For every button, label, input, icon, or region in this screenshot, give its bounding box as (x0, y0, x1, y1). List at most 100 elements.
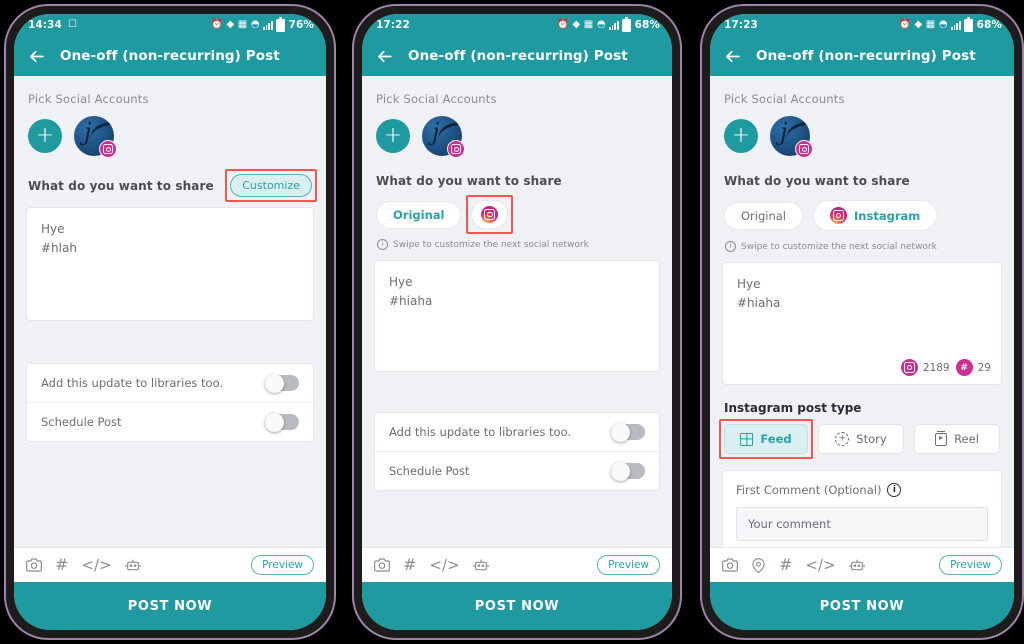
post-type-feed[interactable]: Feed (724, 424, 808, 454)
code-icon[interactable]: </> (429, 557, 459, 573)
toggle-row-libraries[interactable]: Add this update to libraries too. (375, 413, 659, 451)
compose-box[interactable]: Hye #hlah (26, 207, 314, 321)
wifi-icon: ◓ (938, 19, 948, 30)
toggle-label-schedule: Schedule Post (389, 464, 470, 478)
options-card: Add this update to libraries too. Schedu… (374, 412, 660, 491)
chip-original[interactable]: Original (376, 200, 462, 229)
camera-icon[interactable] (26, 557, 42, 573)
code-icon[interactable]: </> (81, 557, 111, 573)
vibrate-icon: ◆ (226, 19, 235, 30)
add-account-button[interactable]: + (724, 119, 758, 153)
phone-screen-3: 17:23 ⏰ ◆ ▦ ◓ 68% One-off (non-recurring… (710, 14, 1014, 630)
alarm-icon: ⏰ (898, 19, 911, 30)
post-type-row: Feed Story Reel (719, 419, 1000, 459)
post-type-reel-label: Reel (954, 432, 979, 446)
phone-mockup-1: 14:34 ☐ ⏰ ◆ ▦ ◓ 76% One-off (non-recurri… (4, 4, 336, 640)
code-icon[interactable]: </> (805, 557, 835, 573)
nfc-icon: ▦ (237, 19, 248, 30)
preview-button[interactable]: Preview (251, 555, 314, 575)
vibrate-icon: ◆ (914, 19, 923, 30)
post-type-story[interactable]: Story (818, 424, 904, 454)
pick-accounts-label: Pick Social Accounts (724, 92, 845, 106)
reel-icon (935, 431, 948, 446)
toggle-row-schedule[interactable]: Schedule Post (375, 451, 659, 490)
compose-box[interactable]: Hye #hiaha 2189 # 29 (722, 262, 1002, 385)
battery-icon (276, 16, 286, 32)
info-icon: i (725, 241, 736, 252)
post-type-feed-label: Feed (760, 432, 792, 446)
first-comment-header: First Comment (Optional) i (736, 483, 988, 497)
app-bar-2: One-off (non-recurring) Post (362, 36, 672, 76)
info-icon: i (377, 239, 388, 250)
phone-mockup-2: 17:22 ⏰ ◆ ▦ ◓ 68% One-off (non-recurring… (352, 4, 682, 640)
pick-accounts-label: Pick Social Accounts (376, 92, 497, 106)
info-icon[interactable]: i (887, 483, 902, 497)
preview-button[interactable]: Preview (939, 555, 1002, 575)
robot-icon[interactable] (849, 557, 865, 573)
location-pin-icon[interactable] (751, 557, 766, 573)
counter-instagram: 2189 (900, 359, 950, 376)
counter-instagram-value: 2189 (922, 361, 950, 374)
hashtag-icon[interactable]: # (779, 557, 792, 573)
hashtag-icon[interactable]: # (403, 557, 416, 573)
chip-instagram[interactable]: Instagram (813, 200, 938, 231)
network-chips-row: Original (376, 195, 658, 234)
status-time: 17:22 (376, 19, 410, 31)
toggle-switch-libraries[interactable] (265, 373, 299, 393)
instagram-badge-icon (99, 140, 117, 158)
toggle-switch-schedule[interactable] (611, 461, 645, 481)
toggle-switch-schedule[interactable] (265, 412, 299, 432)
camera-icon[interactable] (374, 557, 390, 573)
bottom-toolbar-1: # </> Preview (14, 547, 326, 582)
toggle-label-libraries: Add this update to libraries too. (389, 425, 572, 439)
add-account-button[interactable]: + (28, 119, 62, 153)
add-account-button[interactable]: + (376, 119, 410, 153)
instagram-icon (900, 359, 918, 376)
camera-icon[interactable] (722, 557, 738, 573)
toggle-switch-libraries[interactable] (611, 422, 645, 442)
instagram-icon (481, 206, 499, 223)
first-comment-input[interactable]: Your comment (736, 507, 988, 541)
share-row: What do you want to share (376, 174, 658, 188)
robot-icon[interactable] (473, 557, 489, 573)
avatar[interactable]: j (422, 116, 465, 158)
back-arrow-icon[interactable] (722, 46, 742, 66)
counter-hashtag: # 29 (955, 359, 991, 376)
first-comment-label: First Comment (Optional) (736, 483, 882, 497)
chip-instagram[interactable] (471, 200, 509, 229)
preview-button[interactable]: Preview (597, 555, 660, 575)
share-row: What do you want to share (724, 174, 1000, 188)
robot-icon[interactable] (125, 557, 141, 573)
avatar[interactable]: j (770, 116, 813, 158)
customize-button[interactable]: Customize (230, 174, 312, 197)
back-arrow-icon[interactable] (26, 46, 46, 66)
post-type-reel[interactable]: Reel (914, 424, 1000, 454)
phone-body-3: Pick Social Accounts + j What do you wan… (710, 76, 1014, 547)
post-now-button[interactable]: POST NOW (710, 582, 1014, 630)
toggle-row-libraries[interactable]: Add this update to libraries too. (27, 364, 313, 402)
toggle-row-schedule[interactable]: Schedule Post (27, 402, 313, 441)
swipe-hint: i Swipe to customize the next social net… (725, 241, 1000, 252)
toggle-label-schedule: Schedule Post (41, 415, 122, 429)
instagram-badge-icon (795, 140, 813, 158)
swipe-hint-text: Swipe to customize the next social netwo… (393, 239, 589, 250)
instagram-icon (830, 207, 848, 224)
options-card: Add this update to libraries too. Schedu… (26, 363, 314, 442)
battery-percent: 76% (288, 19, 314, 31)
status-bar-3: 17:23 ⏰ ◆ ▦ ◓ 68% (710, 14, 1014, 36)
post-type-feed-highlight: Feed (719, 419, 813, 459)
hashtag-icon[interactable]: # (55, 557, 68, 573)
compose-box[interactable]: Hye #hiaha (374, 260, 660, 372)
alarm-icon: ⏰ (556, 19, 569, 30)
status-time: 14:34 (28, 19, 62, 31)
back-arrow-icon[interactable] (374, 46, 394, 66)
post-now-button[interactable]: POST NOW (14, 582, 326, 630)
post-now-button[interactable]: POST NOW (362, 582, 672, 630)
chip-original[interactable]: Original (724, 201, 804, 230)
signal-icon (951, 20, 961, 30)
chip-original-label: Original (741, 208, 787, 223)
vibrate-icon: ◆ (572, 19, 581, 30)
accounts-row: + j (376, 116, 660, 158)
battery-percent: 68% (976, 19, 1002, 31)
avatar[interactable]: j (74, 116, 117, 158)
